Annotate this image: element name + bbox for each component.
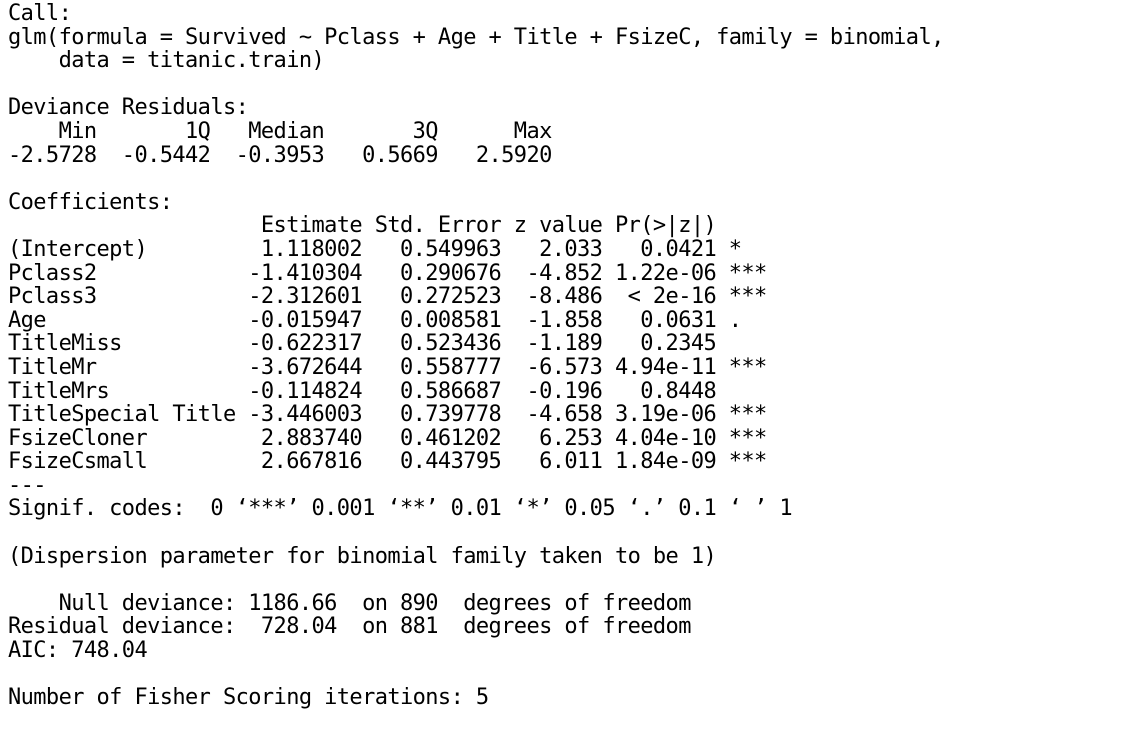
- null-deviance-line: Null deviance: 1186.66 on 890 degrees of…: [8, 590, 692, 616]
- residual-deviance-line: Residual deviance: 728.04 on 881 degrees…: [8, 614, 691, 640]
- coefficient-row: TitleMrs -0.114824 0.586687 -0.196 0.844…: [8, 378, 717, 404]
- call-data-line: data = titanic.train): [8, 48, 325, 74]
- coefficient-row: TitleMr -3.672644 0.558777 -6.573 4.94e-…: [8, 354, 767, 380]
- coefficient-row: TitleSpecial Title -3.446003 0.739778 -4…: [8, 402, 767, 428]
- coefficient-row: Age -0.015947 0.008581 -1.858 0.0631 .: [8, 307, 742, 333]
- separator-line: ---: [8, 472, 47, 498]
- deviance-residuals-heading: Deviance Residuals:: [8, 95, 249, 121]
- call-formula-line: glm(formula = Survived ~ Pclass + Age + …: [8, 24, 944, 50]
- deviance-residuals-header-row: Min 1Q Median 3Q Max: [8, 118, 553, 144]
- dispersion-line: (Dispersion parameter for binomial famil…: [8, 543, 717, 569]
- coefficient-row: FsizeCsmall 2.667816 0.443795 6.011 1.84…: [8, 449, 767, 475]
- coefficients-header-row: Estimate Std. Error z value Pr(>|z|): [8, 213, 717, 239]
- coefficient-row: Pclass2 -1.410304 0.290676 -4.852 1.22e-…: [8, 260, 767, 286]
- deviance-residuals-values-row: -2.5728 -0.5442 -0.3953 0.5669 2.5920: [8, 142, 552, 168]
- coefficient-row: TitleMiss -0.622317 0.523436 -1.189 0.23…: [8, 331, 717, 357]
- r-console-output: Call: glm(formula = Survived ~ Pclass + A…: [8, 2, 944, 710]
- coefficient-row: Pclass3 -2.312601 0.272523 -8.486 < 2e-1…: [8, 284, 767, 310]
- call-label: Call:: [8, 1, 72, 26]
- aic-line: AIC: 748.04: [8, 638, 148, 664]
- coefficient-row: (Intercept) 1.118002 0.549963 2.033 0.04…: [8, 236, 742, 262]
- coefficient-row: FsizeCloner 2.883740 0.461202 6.253 4.04…: [8, 425, 767, 451]
- signif-codes-line: Signif. codes: 0 ‘***’ 0.001 ‘**’ 0.01 ‘…: [8, 496, 793, 522]
- fisher-iterations-line: Number of Fisher Scoring iterations: 5: [8, 685, 489, 711]
- coefficients-heading: Coefficients:: [8, 189, 173, 215]
